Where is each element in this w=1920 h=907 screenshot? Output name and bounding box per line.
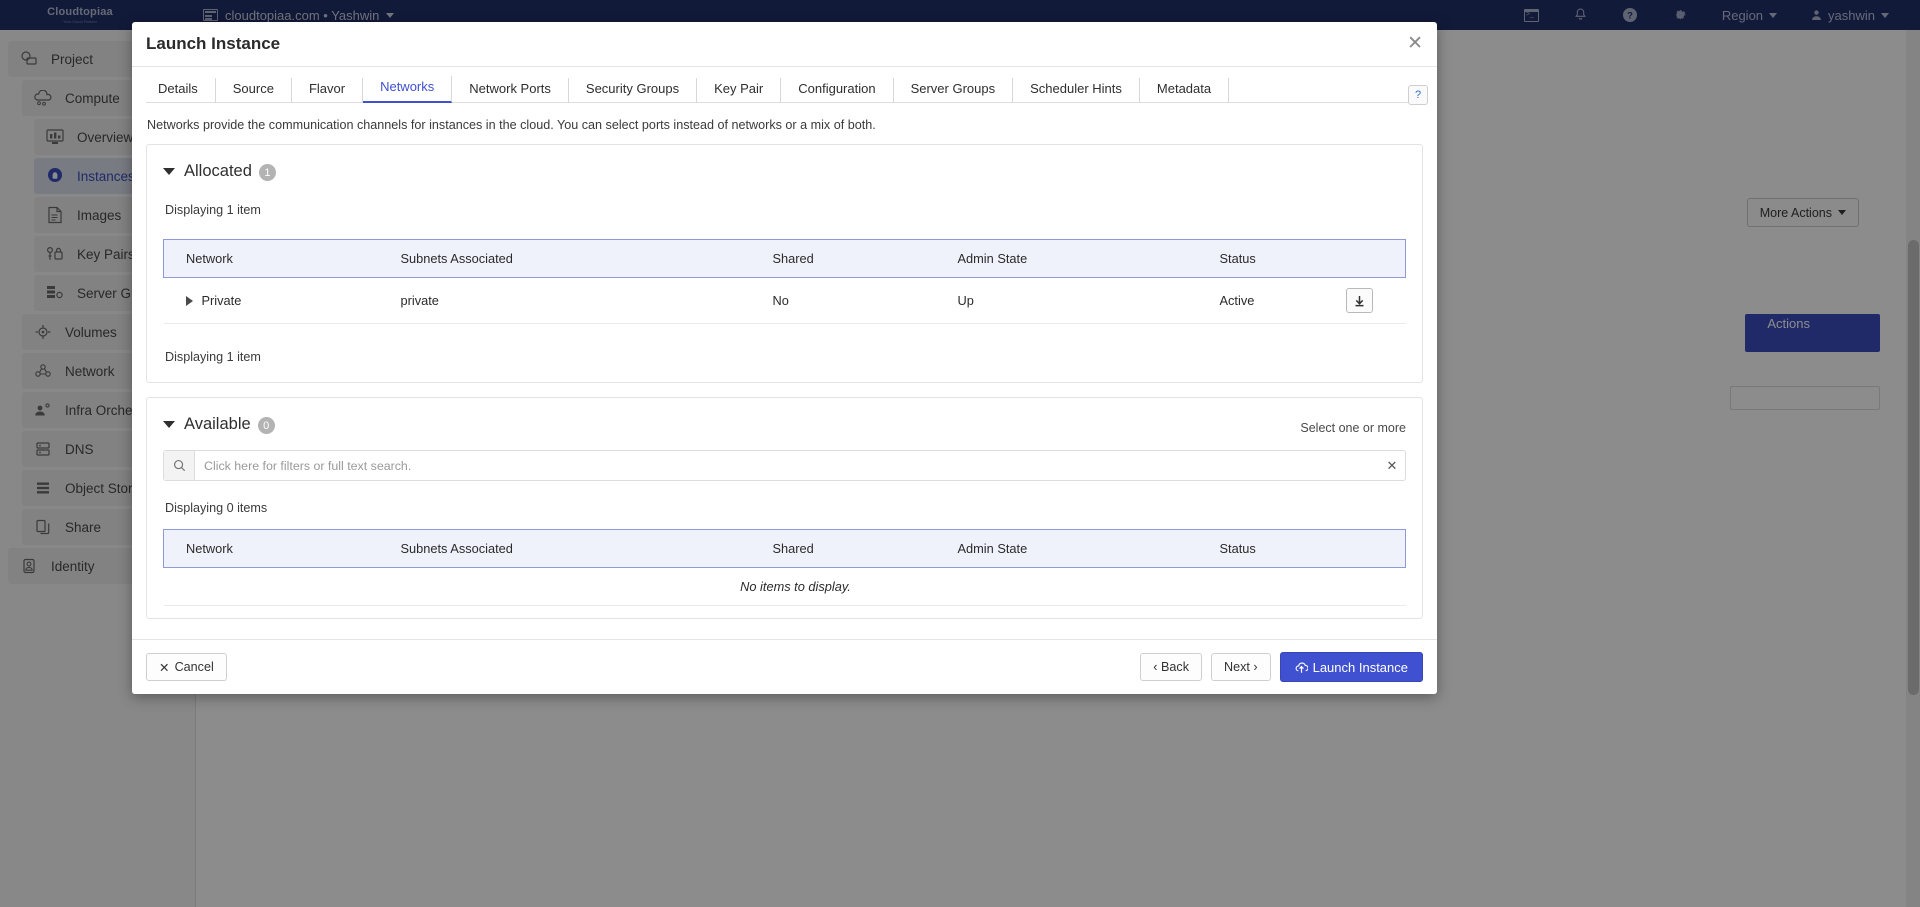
tab-metadata[interactable]: Metadata [1140, 78, 1229, 103]
available-heading: Available [184, 415, 251, 434]
tab-source[interactable]: Source [216, 78, 292, 103]
launch-instance-modal: Launch Instance ✕ ? Details Source Flavo… [132, 22, 1437, 694]
table-header-row: Network Subnets Associated Shared Admin … [164, 240, 1406, 278]
cell-actions [1346, 278, 1406, 324]
modal-tabs: Details Source Flavor Networks Network P… [146, 73, 1423, 103]
cell-status: Active [1198, 278, 1346, 324]
tab-security-groups[interactable]: Security Groups [569, 78, 697, 103]
cancel-button[interactable]: ✕ Cancel [146, 653, 227, 681]
col-header-admin-state[interactable]: Admin State [936, 240, 1198, 278]
col-header-admin-state[interactable]: Admin State [936, 530, 1198, 568]
modal-body: Networks provide the communication chann… [132, 103, 1437, 639]
networks-description: Networks provide the communication chann… [147, 118, 1423, 132]
col-header-subnets[interactable]: Subnets Associated [379, 530, 751, 568]
chevron-down-icon [163, 168, 175, 175]
available-table: Network Subnets Associated Shared Admin … [163, 529, 1406, 606]
col-header-network[interactable]: Network [164, 530, 379, 568]
available-count-badge: 0 [258, 417, 275, 434]
launch-instance-button[interactable]: Launch Instance [1280, 652, 1423, 682]
col-header-shared[interactable]: Shared [751, 530, 936, 568]
col-header-actions [1346, 530, 1406, 568]
chevron-down-icon [163, 421, 175, 428]
modal-footer: ✕ Cancel ‹ Back Next › Launch Instance [132, 639, 1437, 694]
col-header-actions [1346, 240, 1406, 278]
col-header-shared[interactable]: Shared [751, 240, 936, 278]
available-table-body: No items to display. [164, 568, 1406, 606]
no-items-message: No items to display. [164, 568, 1406, 606]
col-header-network[interactable]: Network [164, 240, 379, 278]
select-one-or-more-hint: Select one or more [1300, 421, 1406, 435]
col-header-status[interactable]: Status [1198, 530, 1346, 568]
tab-configuration[interactable]: Configuration [781, 78, 893, 103]
allocated-displaying-bottom: Displaying 1 item [165, 350, 1406, 364]
expand-row-icon[interactable] [186, 296, 193, 306]
tab-networks[interactable]: Networks [363, 76, 452, 103]
available-displaying: Displaying 0 items [165, 501, 1406, 515]
available-search-bar[interactable]: ✕ [163, 450, 1406, 481]
table-row[interactable]: Private private No Up Active [164, 278, 1406, 324]
available-table-head: Network Subnets Associated Shared Admin … [164, 530, 1406, 568]
close-icon: ✕ [159, 660, 170, 675]
tab-server-groups[interactable]: Server Groups [894, 78, 1014, 103]
allocated-count-badge: 1 [259, 164, 276, 181]
tab-details[interactable]: Details [146, 78, 216, 103]
allocated-table-body: Private private No Up Active [164, 278, 1406, 324]
app-root: Cloudtopiaa Your Cloud Partner cloudtopi… [0, 0, 1920, 907]
clear-search-icon[interactable]: ✕ [1379, 451, 1405, 480]
cell-network: Private [164, 278, 379, 324]
help-icon[interactable]: ? [1408, 85, 1428, 105]
next-button[interactable]: Next › [1211, 653, 1271, 681]
deallocate-network-button[interactable] [1346, 288, 1373, 313]
cloud-upload-icon [1295, 661, 1308, 674]
tab-key-pair[interactable]: Key Pair [697, 78, 781, 103]
cell-network-label: Private [202, 293, 242, 308]
cell-subnets: private [379, 278, 751, 324]
tab-network-ports[interactable]: Network Ports [452, 78, 569, 103]
arrow-down-icon [1354, 295, 1365, 307]
col-header-subnets[interactable]: Subnets Associated [379, 240, 751, 278]
launch-instance-label: Launch Instance [1313, 660, 1408, 675]
allocated-table: Network Subnets Associated Shared Admin … [163, 239, 1406, 324]
search-input[interactable] [195, 451, 1379, 480]
modal-header: Launch Instance ✕ [132, 22, 1437, 67]
cell-admin-state: Up [936, 278, 1198, 324]
allocated-table-head: Network Subnets Associated Shared Admin … [164, 240, 1406, 278]
allocated-panel: Allocated 1 Displaying 1 item Network Su… [146, 144, 1423, 383]
available-panel: Available 0 Select one or more ✕ Display… [146, 397, 1423, 619]
tab-scheduler-hints[interactable]: Scheduler Hints [1013, 78, 1140, 103]
col-header-status[interactable]: Status [1198, 240, 1346, 278]
cancel-label: Cancel [175, 660, 214, 674]
allocated-heading: Allocated [184, 162, 252, 181]
table-header-row: Network Subnets Associated Shared Admin … [164, 530, 1406, 568]
back-button[interactable]: ‹ Back [1140, 653, 1202, 681]
allocated-displaying-top: Displaying 1 item [165, 203, 1406, 217]
search-icon [164, 451, 195, 480]
close-icon[interactable]: ✕ [1407, 34, 1423, 53]
allocated-header[interactable]: Allocated 1 [163, 161, 1406, 181]
page-title: Launch Instance [146, 34, 280, 54]
empty-row: No items to display. [164, 568, 1406, 606]
cell-shared: No [751, 278, 936, 324]
tab-flavor[interactable]: Flavor [292, 78, 363, 103]
footer-right-actions: ‹ Back Next › Launch Instance [1140, 652, 1423, 682]
available-header[interactable]: Available 0 Select one or more [163, 414, 1406, 434]
